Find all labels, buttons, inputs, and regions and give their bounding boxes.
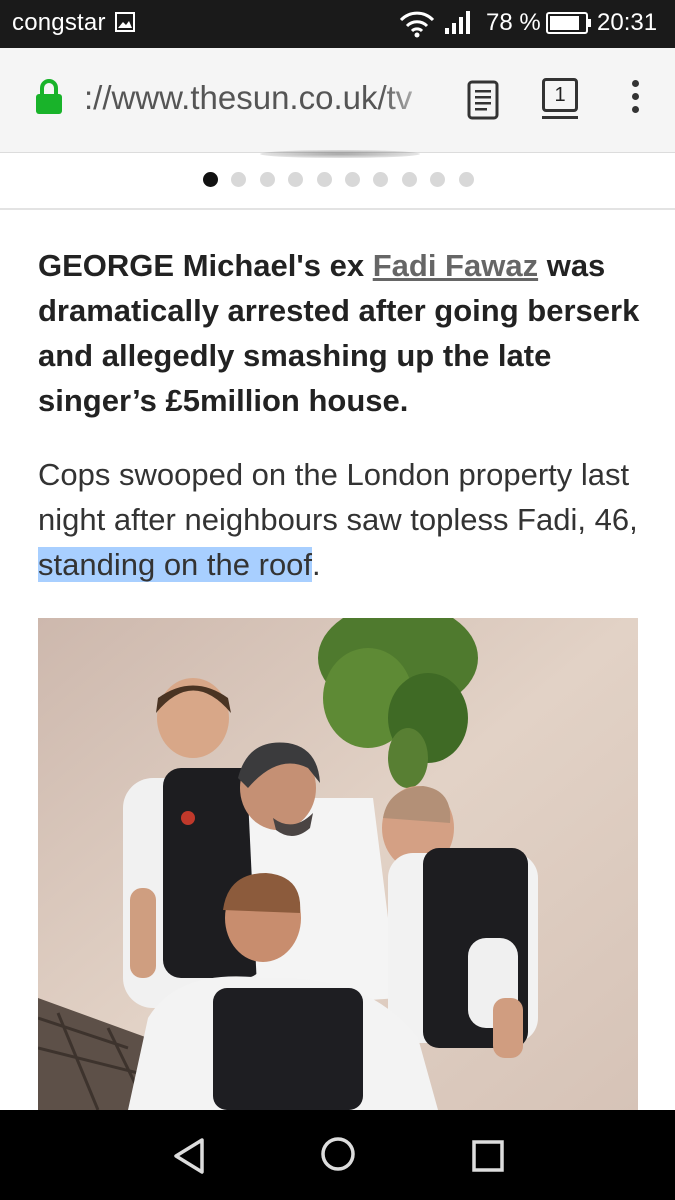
selected-text[interactable]: standing on the roof	[38, 547, 313, 582]
carousel-dot[interactable]	[401, 172, 417, 187]
lead-text-start: GEORGE Michael's ex	[38, 248, 373, 283]
browser-toolbar: ://www.thesun.co.uk/tv 1	[0, 48, 675, 153]
paragraph-text-start: Cops swooped on the London property last…	[38, 457, 638, 537]
battery-icon	[546, 12, 591, 34]
fadi-fawaz-link[interactable]: Fadi Fawaz	[373, 248, 538, 283]
carousel-shadow	[260, 150, 420, 158]
url-fade	[380, 76, 442, 120]
carousel-dot[interactable]	[458, 172, 474, 187]
overflow-menu-icon[interactable]	[628, 80, 642, 116]
carousel-dot[interactable]	[373, 172, 389, 187]
article-lead: GEORGE Michael's ex Fadi Fawaz was drama…	[38, 243, 648, 423]
reader-mode-icon[interactable]	[466, 80, 500, 120]
back-icon[interactable]	[170, 1136, 210, 1176]
carrier-name: congstar	[12, 9, 106, 36]
status-bar: congstar 78 % 20:31	[0, 0, 675, 48]
article-paragraph: Cops swooped on the London property last…	[38, 452, 648, 587]
home-icon[interactable]	[318, 1134, 358, 1174]
wifi-icon	[399, 11, 435, 38]
article-photo[interactable]	[38, 618, 638, 1110]
image-icon	[115, 12, 135, 32]
carousel-dot[interactable]	[316, 172, 332, 187]
carousel-dots[interactable]	[200, 172, 480, 188]
divider	[0, 208, 675, 210]
signal-icon	[445, 11, 470, 34]
tabs-underline	[542, 116, 578, 119]
arrest-photo-image	[38, 618, 638, 1110]
battery-percent: 78 %	[486, 9, 541, 36]
lock-icon[interactable]	[34, 78, 64, 116]
carousel-dot[interactable]	[259, 172, 275, 187]
carousel-dot[interactable]	[203, 172, 218, 187]
carousel-dot[interactable]	[231, 172, 247, 187]
clock: 20:31	[597, 9, 658, 36]
carousel-dot[interactable]	[345, 172, 360, 187]
navigation-bar	[0, 1110, 675, 1200]
paragraph-text-end: .	[312, 547, 321, 582]
carousel-dot[interactable]	[288, 172, 304, 187]
carousel-dot[interactable]	[430, 172, 446, 187]
recents-icon[interactable]	[468, 1136, 508, 1176]
tabs-icon[interactable]: 1	[542, 78, 578, 112]
